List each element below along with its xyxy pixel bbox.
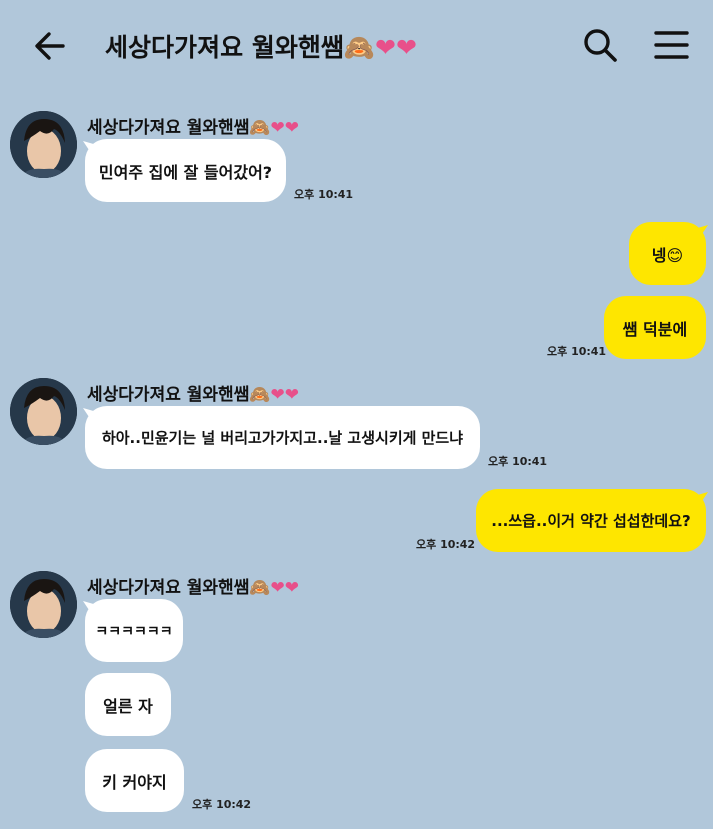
chat-title: 세상다가져요 월와핸쌤🙈❤❤ [105, 33, 417, 62]
message-timestamp: 오후 10:42 [192, 798, 252, 811]
hamburger-menu-icon [654, 31, 689, 59]
message-timestamp: 오후 10:41 [488, 455, 548, 468]
message-bubble[interactable]: 하아..민윤기는 널 버리고가가지고..날 고생시키게 만드냐 [85, 406, 480, 469]
message-bubble[interactable]: 넹😊 [629, 222, 706, 285]
avatar[interactable] [10, 378, 77, 445]
message-timestamp: 오후 10:41 [294, 188, 354, 201]
profile-photo [10, 378, 77, 445]
message-bubble[interactable]: ...쓰읍..이거 약간 섭섭한데요? [476, 489, 706, 552]
sender-name: 세상다가져요 월와핸쌤🙈❤❤ [87, 118, 299, 138]
profile-photo [10, 571, 77, 638]
arrow-left-icon [35, 32, 65, 60]
message-bubble[interactable]: 얼른 자 [85, 673, 171, 736]
message-bubble[interactable]: 키 커야지 [85, 749, 184, 812]
search-button[interactable] [580, 24, 620, 66]
message-bubble[interactable]: 쌤 덕분에 [604, 296, 706, 359]
sender-name: 세상다가져요 월와핸쌤🙈❤❤ [87, 385, 299, 405]
menu-button[interactable] [651, 24, 691, 66]
search-icon [584, 29, 617, 62]
avatar[interactable] [10, 571, 77, 638]
message-timestamp: 오후 10:41 [547, 345, 607, 358]
message-bubble[interactable]: ㅋㅋㅋㅋㅋㅋ [85, 599, 183, 662]
message-bubble[interactable]: 민여주 집에 잘 들어갔어? [85, 139, 286, 202]
back-button[interactable] [30, 26, 70, 66]
profile-photo [10, 111, 77, 178]
message-timestamp: 오후 10:42 [416, 538, 476, 551]
sender-name: 세상다가져요 월와핸쌤🙈❤❤ [87, 578, 299, 598]
chat-header: 세상다가져요 월와핸쌤🙈❤❤ [0, 0, 713, 90]
avatar[interactable] [10, 111, 77, 178]
